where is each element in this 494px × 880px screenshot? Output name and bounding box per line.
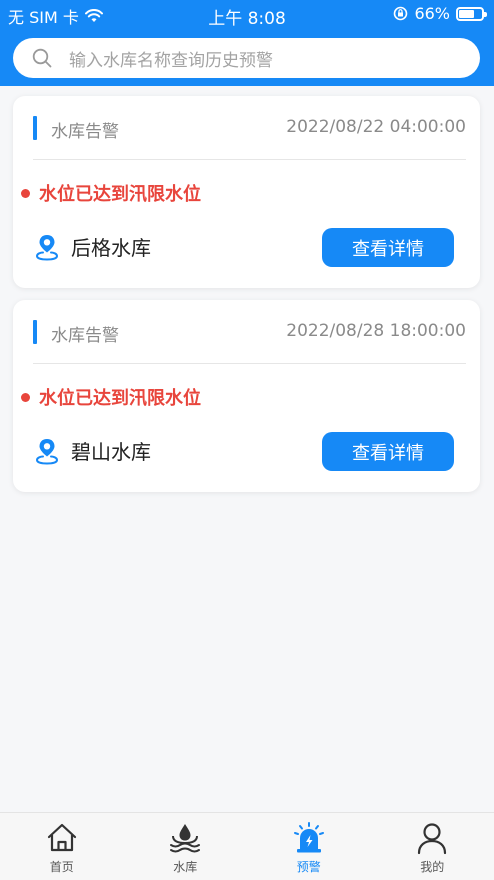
tab-label: 首页 — [49, 860, 74, 874]
search-input[interactable]: 输入水库名称查询历史预警 — [69, 46, 273, 71]
alert-message: 水位已达到汛限水位 — [39, 388, 201, 409]
search-bar[interactable]: 输入水库名称查询历史预警 — [13, 38, 480, 78]
tab-alerts[interactable]: 预警 — [247, 813, 371, 880]
battery-group: 66% — [393, 4, 487, 23]
alert-time: 2022/08/22 04:00:00 — [286, 117, 466, 137]
reservoir-row: 后格水库 — [33, 232, 151, 261]
location-pin-icon — [36, 234, 59, 261]
alert-time: 2022/08/28 18:00:00 — [286, 321, 466, 341]
alert-message-row: 水位已达到汛限水位 — [21, 384, 201, 410]
alert-card: 水库告警 2022/08/22 04:00:00 水位已达到汛限水位 后格水库 … — [13, 96, 480, 288]
accent-bar — [33, 320, 37, 344]
search-icon — [32, 48, 52, 68]
alert-dot-icon — [21, 392, 30, 402]
tab-profile[interactable]: 我的 — [371, 813, 494, 880]
card-header: 水库告警 2022/08/28 18:00:00 — [33, 320, 466, 346]
tab-home[interactable]: 首页 — [0, 813, 124, 880]
tab-label: 我的 — [420, 860, 445, 874]
divider — [33, 363, 466, 364]
view-details-button[interactable]: 查看详情 — [322, 432, 454, 471]
alert-message: 水位已达到汛限水位 — [39, 184, 201, 205]
alert-dot-icon — [21, 188, 30, 198]
app-header: 无 SIM 卡 上午 8:08 66% 输入水库名称查询历史预警 — [0, 0, 494, 86]
card-header: 水库告警 2022/08/22 04:00:00 — [33, 116, 466, 142]
divider — [33, 159, 466, 160]
reservoir-icon — [170, 824, 201, 853]
status-bar: 无 SIM 卡 上午 8:08 66% — [0, 0, 494, 30]
accent-bar — [33, 116, 37, 140]
user-icon — [418, 823, 447, 855]
alert-message-row: 水位已达到汛限水位 — [21, 180, 201, 206]
reservoir-name: 碧山水库 — [71, 440, 151, 464]
tab-label: 水库 — [173, 860, 198, 874]
battery-icon — [456, 6, 487, 21]
alert-card: 水库告警 2022/08/28 18:00:00 水位已达到汛限水位 碧山水库 … — [13, 300, 480, 492]
alert-type: 水库告警 — [51, 326, 119, 346]
bottom-tab-bar: 首页 水库 预警 我的 — [0, 812, 494, 880]
battery-percent: 66% — [414, 4, 450, 23]
alarm-icon — [293, 822, 324, 853]
reservoir-name: 后格水库 — [71, 236, 151, 260]
tab-label: 预警 — [296, 860, 321, 874]
tab-reservoir[interactable]: 水库 — [124, 813, 248, 880]
view-details-button[interactable]: 查看详情 — [322, 228, 454, 267]
reservoir-row: 碧山水库 — [33, 436, 151, 465]
home-icon — [47, 823, 76, 852]
location-pin-icon — [36, 438, 59, 465]
alert-type: 水库告警 — [51, 122, 119, 142]
rotation-lock-icon — [394, 6, 408, 21]
